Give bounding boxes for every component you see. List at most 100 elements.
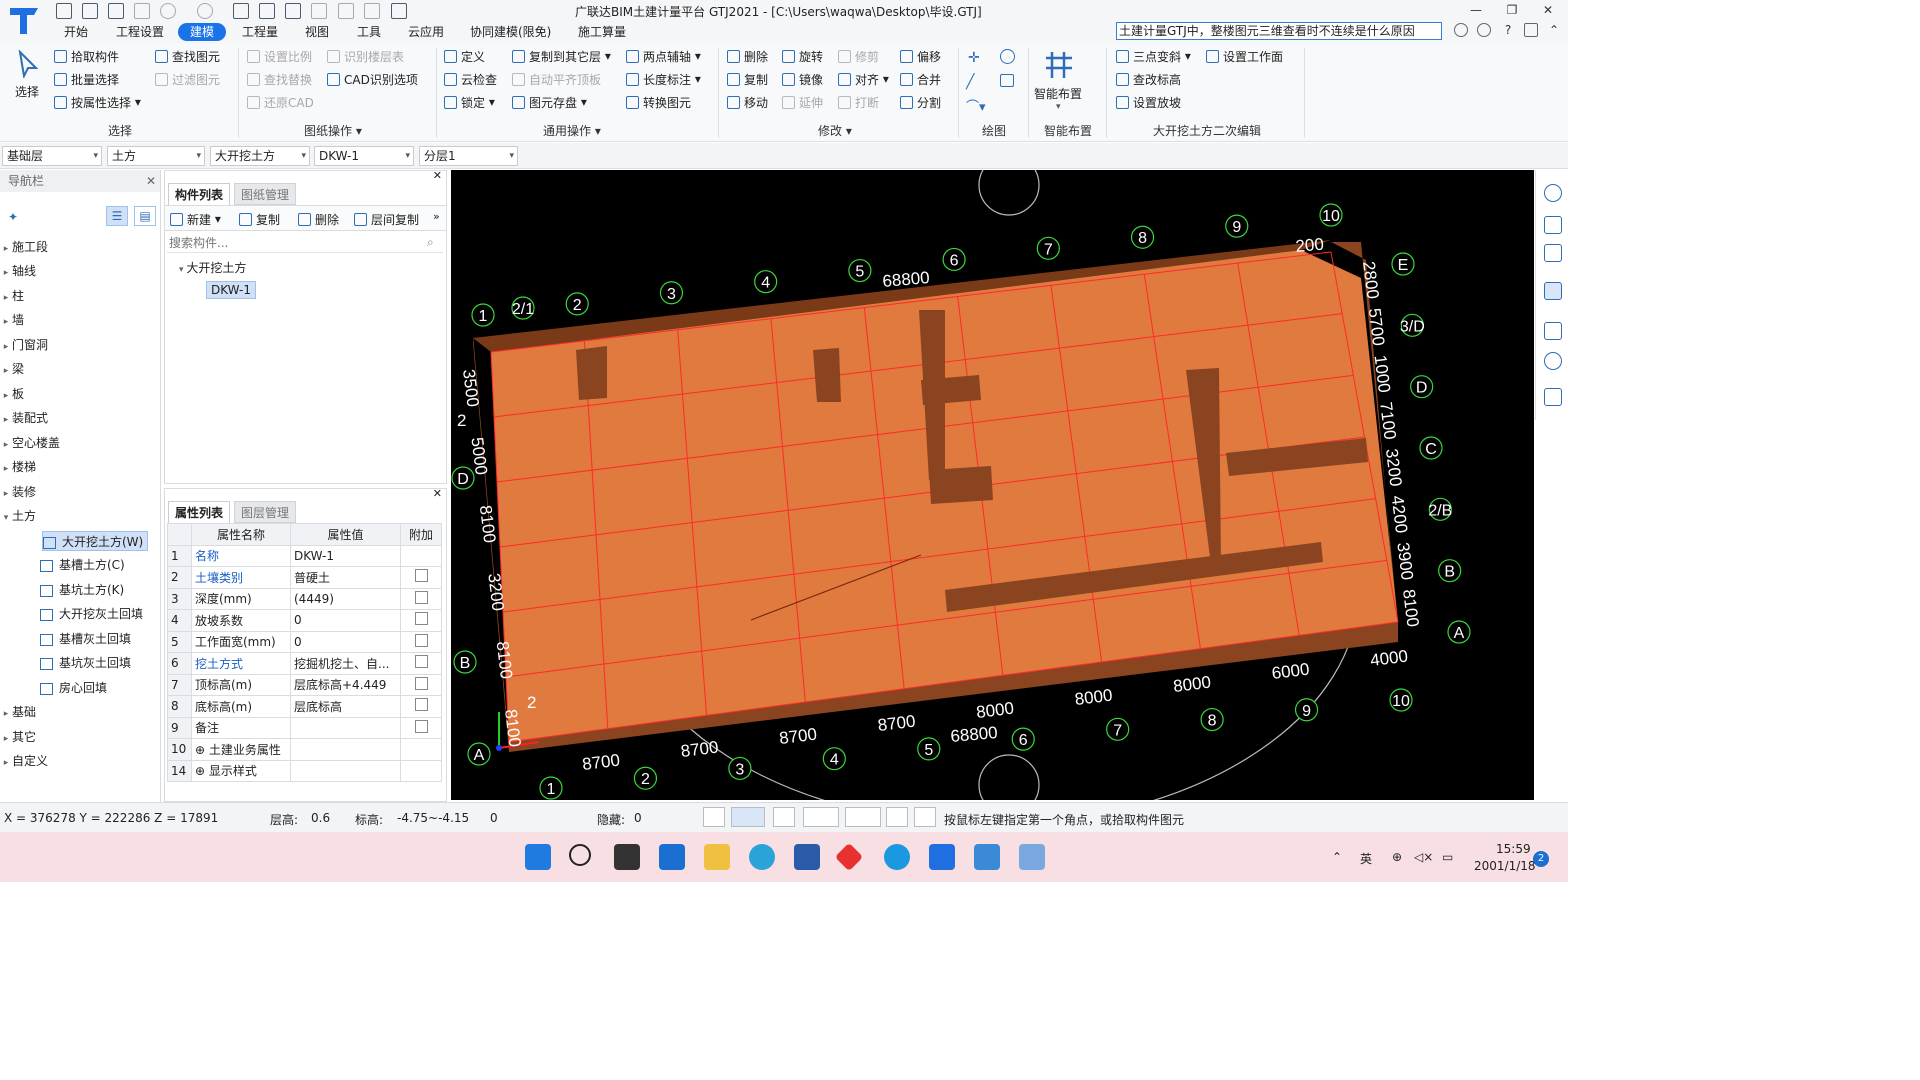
floor-select[interactable]: 基础层 <box>2 146 102 166</box>
file-explorer-icon[interactable] <box>704 844 730 870</box>
clock-time[interactable]: 15:59 <box>1496 842 1531 856</box>
find-element-button[interactable]: 查找图元 <box>155 47 220 65</box>
property-row[interactable]: 4 放坡系数 0 <box>167 609 442 632</box>
type-select[interactable]: 大开挖土方 <box>210 146 310 166</box>
nav-item-column[interactable]: ▸ 柱 <box>0 286 24 306</box>
nav-item-slab[interactable]: ▸ 板 <box>0 384 24 404</box>
smart-layout-dropdown[interactable]: ▾ <box>1056 102 1061 112</box>
restore-button[interactable]: ❐ <box>1502 2 1522 18</box>
three-point-slope-button[interactable]: 三点变斜 ▾ <box>1116 47 1191 65</box>
sub-item-trench[interactable]: 基槽土方(C) <box>40 555 125 575</box>
nav-item-axis[interactable]: ▸ 轴线 <box>0 261 36 281</box>
view-2d-icon[interactable] <box>1544 216 1562 234</box>
sub-item-large-excavation[interactable]: 大开挖土方(W) <box>42 531 149 551</box>
category-select[interactable]: 土方 <box>107 146 205 166</box>
nav-item-foundation[interactable]: ▸ 基础 <box>0 702 36 722</box>
offset-button[interactable]: 偏移 <box>900 47 941 65</box>
glodon-app-icon[interactable] <box>929 844 955 870</box>
trim-button[interactable]: 修剪 <box>838 47 879 65</box>
component-search-input[interactable] <box>167 233 443 253</box>
axis-bubble-top[interactable]: 6 <box>942 247 966 272</box>
axis-bubble-bottom[interactable]: 8 <box>1200 707 1224 732</box>
sub-item-excavation-backfill[interactable]: 大开挖灰土回填 <box>40 604 143 624</box>
nav-item-earthwork[interactable]: ▾ 土方 <box>0 506 36 526</box>
define-button[interactable]: 定义 <box>444 47 485 65</box>
cloud-check-button[interactable]: 云检查 <box>444 70 497 88</box>
rotate-button[interactable]: 旋转 <box>782 47 823 65</box>
cube-view-icon[interactable] <box>1544 282 1562 300</box>
tab-drawing-management[interactable]: 图纸管理 <box>234 183 297 205</box>
close-button[interactable]: ✕ <box>1538 2 1558 18</box>
axis-bubble-right[interactable]: A <box>1447 620 1471 644</box>
axis-bubble-right[interactable]: B <box>1438 559 1462 583</box>
select-button[interactable]: 选择 <box>15 82 39 100</box>
volume-icon[interactable]: ◁× <box>1414 850 1433 864</box>
property-value[interactable]: DKW-1 <box>290 544 401 567</box>
property-value[interactable]: (4449) <box>290 587 401 610</box>
sub-item-pit-backfill[interactable]: 基坑灰土回填 <box>40 653 131 673</box>
snap-toggle[interactable] <box>731 807 765 827</box>
remote-app-icon[interactable] <box>974 844 1000 870</box>
extra-checkbox[interactable] <box>414 698 428 712</box>
tab-modeling[interactable]: 建模 <box>178 23 227 41</box>
property-value[interactable]: 层底标高 <box>290 695 401 718</box>
length-dimension-button[interactable]: 长度标注 ▾ <box>626 70 701 88</box>
help-search-input[interactable]: 土建计量GTJ中，整楼图元三维查看时不连续是什么原因 <box>1116 22 1442 40</box>
break-button[interactable]: 打断 <box>838 93 879 111</box>
arc-icon[interactable]: ⌒▾ <box>966 96 986 115</box>
property-value[interactable] <box>290 716 401 739</box>
tray-expand-icon[interactable]: ⌃ <box>1332 850 1342 864</box>
tab-view[interactable]: 视图 <box>305 23 329 41</box>
axis-bubble-right[interactable]: C <box>1419 436 1443 460</box>
clock-date[interactable]: 2001/1/18 <box>1474 859 1536 873</box>
nav-item-stairs[interactable]: ▸ 楼梯 <box>0 457 36 477</box>
angle-toggle[interactable] <box>803 807 839 827</box>
smart-layout-icon[interactable] <box>1042 48 1076 82</box>
notification-badge[interactable]: 2 <box>1533 851 1549 867</box>
arc-toggle[interactable] <box>914 807 936 827</box>
copy-to-layer-button[interactable]: 复制到其它层 ▾ <box>512 47 611 65</box>
nav-item-hollow-floor[interactable]: ▸ 空心楼盖 <box>0 433 60 453</box>
extra-checkbox[interactable] <box>414 633 428 647</box>
new-button[interactable]: 新建 ▾ <box>170 210 221 228</box>
axis-bubble-left[interactable]: B <box>453 650 477 674</box>
tab-project-settings[interactable]: 工程设置 <box>116 23 164 41</box>
open-folder-icon[interactable] <box>108 3 124 19</box>
extra-checkbox[interactable] <box>414 590 428 604</box>
auto-align-slab-button[interactable]: 自动平齐顶板 <box>512 70 601 88</box>
tree-parent[interactable]: ▾ 大开挖土方 <box>179 259 246 276</box>
axis-bubble-top[interactable]: 5 <box>848 258 872 283</box>
delete-component-button[interactable]: 删除 <box>298 210 339 228</box>
tab-start[interactable]: 开始 <box>64 23 88 41</box>
app-logo-icon[interactable] <box>6 2 42 38</box>
minimize-button[interactable]: — <box>1466 2 1486 18</box>
property-row[interactable]: 5 工作面宽(mm) 0 <box>167 630 442 653</box>
tree-child-dkw1[interactable]: DKW-1 <box>206 281 257 299</box>
offset-toggle[interactable] <box>845 807 881 827</box>
search-icon[interactable]: ⌕ <box>427 235 434 250</box>
two-point-axis-button[interactable]: 两点辅轴 ▾ <box>626 47 701 65</box>
nav-item-construction-section[interactable]: ▸ 施工段 <box>0 237 48 257</box>
list-view-icon[interactable]: ☰ <box>106 206 128 226</box>
axis-bubble-bottom[interactable]: 6 <box>1011 727 1035 751</box>
save-icon[interactable] <box>134 3 150 19</box>
property-row[interactable]: 3 深度(mm) (4449) <box>167 587 442 610</box>
close-icon[interactable]: ✕ <box>433 169 442 182</box>
axis-bubble-bottom[interactable]: 1 <box>539 776 563 800</box>
batch-select-button[interactable]: 批量选择 <box>54 70 119 88</box>
axis-bubble-top[interactable]: 1 <box>471 303 495 327</box>
display-toggle[interactable] <box>886 807 908 827</box>
grid-icon[interactable] <box>285 3 301 19</box>
display-settings-icon[interactable] <box>1544 388 1562 406</box>
property-row[interactable]: 9 备注 <box>167 716 442 739</box>
extra-checkbox[interactable] <box>414 569 428 583</box>
circle-icon[interactable] <box>1000 49 1015 64</box>
tab-quantity[interactable]: 工程量 <box>242 23 278 41</box>
pin-icon[interactable]: ✦ <box>8 210 18 224</box>
pen-icon[interactable] <box>338 3 354 19</box>
undo-icon[interactable] <box>160 3 176 19</box>
select-by-attr-button[interactable]: 按属性选择 ▾ <box>54 93 141 111</box>
sync-icon[interactable] <box>391 3 407 19</box>
set-scale-button[interactable]: 设置比例 <box>247 47 312 65</box>
extend-button[interactable]: 延伸 <box>782 93 823 111</box>
